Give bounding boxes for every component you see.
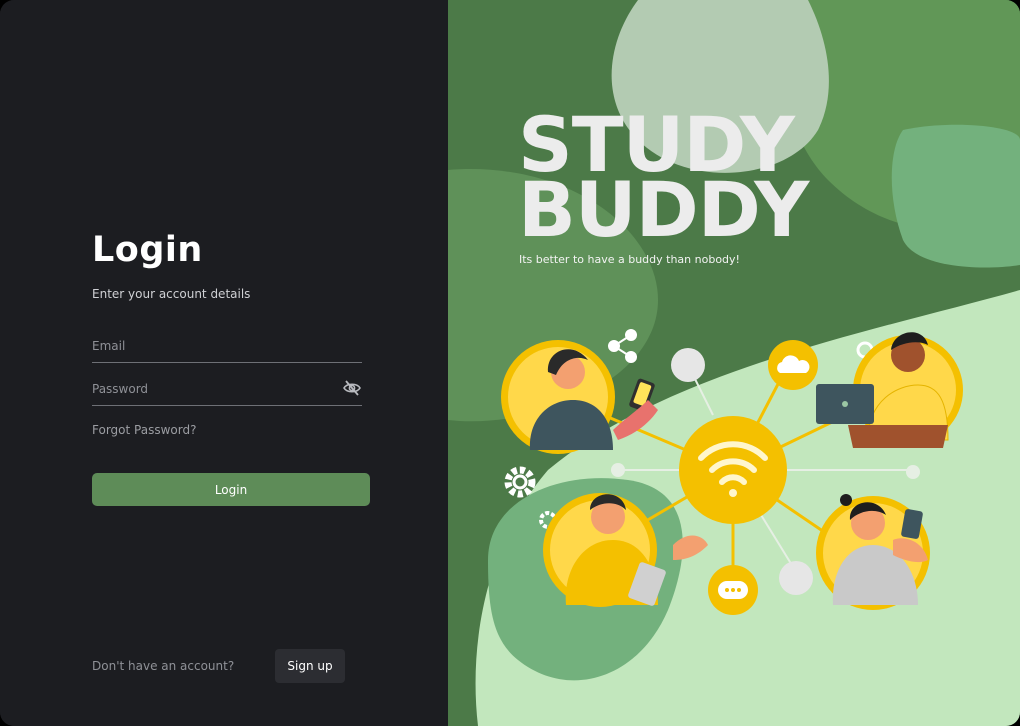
signup-button[interactable]: Sign up xyxy=(275,649,345,683)
no-account-text: Don't have an account? xyxy=(92,659,235,673)
login-panel: Login Enter your account details Forgot … xyxy=(0,0,448,726)
eye-off-icon[interactable] xyxy=(342,379,362,397)
brand-title-line-2: BUDDY xyxy=(518,165,809,254)
page-subtitle: Enter your account details xyxy=(92,287,251,301)
page-title: Login xyxy=(92,230,203,270)
email-field-wrapper xyxy=(92,332,362,363)
forgot-password-link[interactable]: Forgot Password? xyxy=(92,423,196,437)
password-field-wrapper xyxy=(92,375,362,406)
login-button[interactable]: Login xyxy=(92,473,370,506)
brand-tagline: Its better to have a buddy than nobody! xyxy=(519,253,740,266)
hero-panel: STUDY BUDDY Its better to have a buddy t… xyxy=(448,0,1020,726)
app-window: Login Enter your account details Forgot … xyxy=(0,0,1020,726)
email-input[interactable] xyxy=(92,332,332,360)
password-input[interactable] xyxy=(92,375,332,403)
